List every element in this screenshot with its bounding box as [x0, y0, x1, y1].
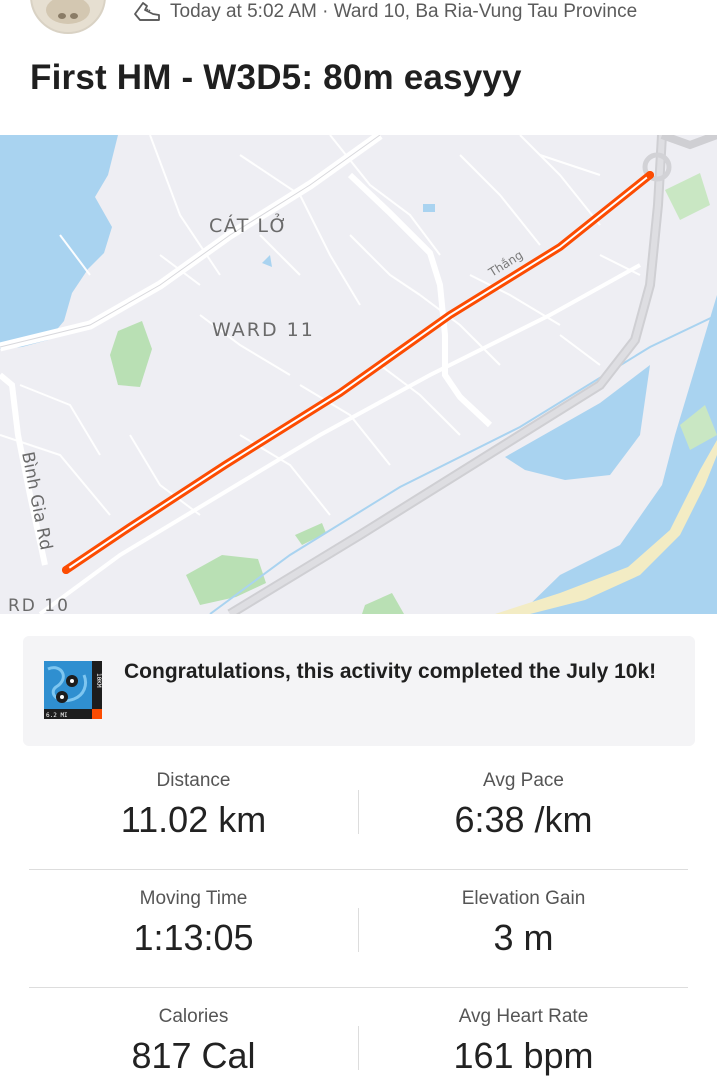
route-map[interactable]: CÁT LỞ WARD 11 Bình Gia Rd RD 10 Thắng: [0, 135, 717, 614]
stat-moving-time: Moving Time 1:13:05: [29, 870, 358, 960]
stats-row: Moving Time 1:13:05 Elevation Gain 3 m: [29, 870, 688, 988]
stat-label: Calories: [158, 1006, 229, 1027]
stat-value: 817 Cal: [131, 1035, 256, 1076]
stat-elevation-gain: Elevation Gain 3 m: [359, 870, 688, 960]
stat-label: Avg Pace: [483, 770, 564, 791]
challenge-banner[interactable]: 10KM 6.2 MI Congratulations, this activi…: [23, 636, 695, 746]
stat-value: 11.02 km: [120, 799, 267, 840]
stat-label: Elevation Gain: [461, 888, 586, 909]
stats-row: Distance 11.02 km Avg Pace 6:38 /km: [29, 752, 688, 870]
avatar-image: [32, 0, 104, 32]
map-label-ward-10: RD 10: [8, 596, 70, 614]
stat-value: 3 m: [493, 917, 554, 958]
stat-value: 6:38 /km: [454, 799, 593, 840]
activity-meta: Today at 5:02 AM · Ward 10, Ba Ria-Vung …: [132, 0, 637, 24]
route-map-svg: CÁT LỞ WARD 11 Bình Gia Rd RD 10 Thắng: [0, 135, 717, 614]
map-label-cat-lo: CÁT LỞ: [209, 212, 288, 237]
stats-row: Calories 817 Cal Avg Heart Rate 161 bpm: [29, 988, 688, 1080]
badge-label-bottom: 6.2 MI: [46, 712, 68, 719]
stat-label: Avg Heart Rate: [458, 1006, 589, 1027]
running-shoe-icon: [134, 2, 160, 21]
map-label-ward-11: WARD 11: [212, 319, 315, 341]
stat-avg-pace: Avg Pace 6:38 /km: [359, 752, 688, 842]
activity-page: Today at 5:02 AM · Ward 10, Ba Ria-Vung …: [0, 0, 717, 1080]
stats-grid: Distance 11.02 km Avg Pace 6:38 /km Movi…: [29, 752, 688, 1080]
activity-title: First HM - W3D5: 80m easyyy: [30, 58, 522, 97]
challenge-badge-icon: 10KM 6.2 MI: [44, 661, 102, 719]
stat-label: Moving Time: [139, 888, 248, 909]
stat-calories: Calories 817 Cal: [29, 988, 358, 1078]
badge-label-top: 10KM: [95, 673, 102, 688]
avatar[interactable]: [30, 0, 106, 34]
stat-label: Distance: [156, 770, 231, 791]
stat-value: 161 bpm: [453, 1035, 594, 1076]
stat-avg-heart-rate: Avg Heart Rate 161 bpm: [359, 988, 688, 1078]
activity-meta-text: Today at 5:02 AM · Ward 10, Ba Ria-Vung …: [170, 1, 638, 22]
stat-value: 1:13:05: [133, 917, 254, 958]
stat-distance: Distance 11.02 km: [29, 752, 358, 842]
challenge-message: Congratulations, this activity completed…: [124, 660, 657, 683]
